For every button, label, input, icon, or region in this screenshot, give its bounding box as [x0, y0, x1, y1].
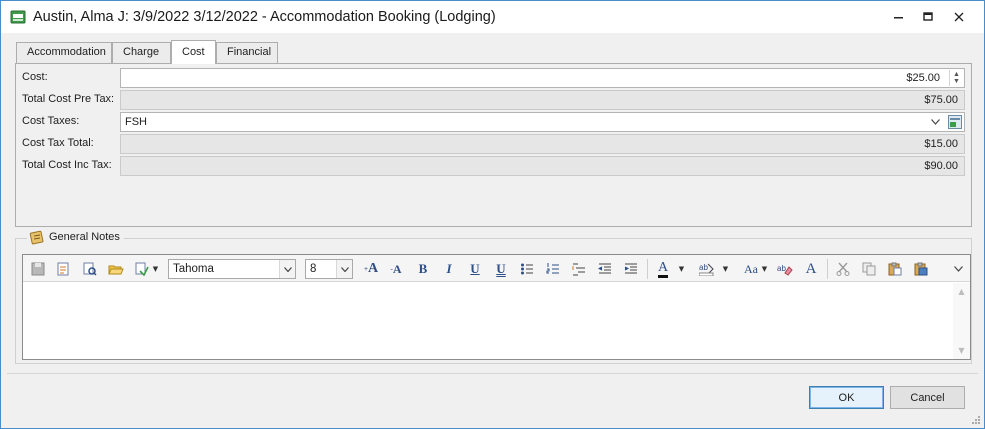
new-document-icon[interactable]	[53, 259, 73, 279]
font-size-value: 8	[310, 263, 317, 275]
booking-window: Austin, Alma J: 3/9/2022 3/12/2022 - Acc…	[0, 0, 985, 429]
total-pre-tax-label: Total Cost Pre Tax:	[22, 93, 115, 105]
tab-cost[interactable]: Cost	[171, 40, 216, 64]
cost-taxes-value: FSH	[125, 116, 147, 128]
scroll-down-icon[interactable]: ▼	[958, 346, 964, 355]
scroll-up-icon[interactable]: ▲	[958, 287, 964, 296]
ok-button[interactable]: OK	[809, 386, 884, 409]
cost-value: $25.00	[906, 72, 940, 84]
clear-formatting-icon[interactable]: ab	[775, 259, 795, 279]
change-case-dropdown-icon[interactable]: ▼	[761, 259, 768, 279]
cost-tax-total-row: Cost Tax Total: $15.00	[16, 134, 971, 154]
minimize-button[interactable]	[884, 1, 914, 33]
font-dialog-icon[interactable]: A	[801, 259, 821, 279]
cut-icon[interactable]	[833, 259, 853, 279]
close-icon	[954, 12, 964, 22]
bullet-list-icon[interactable]	[517, 259, 537, 279]
font-color-dropdown-icon[interactable]: ▼	[678, 259, 685, 279]
highlight-icon[interactable]: ab	[697, 259, 717, 279]
paste-icon[interactable]	[885, 259, 905, 279]
total-pre-tax-row: Total Cost Pre Tax: $75.00	[16, 90, 971, 110]
numbered-list-icon[interactable]	[543, 259, 563, 279]
total-inc-tax-label: Total Cost Inc Tax:	[22, 159, 112, 171]
minimize-icon	[894, 17, 903, 19]
font-name-select[interactable]: Tahoma	[168, 259, 296, 279]
multilevel-list-icon[interactable]	[569, 259, 589, 279]
cost-spinner[interactable]: ▲ ▼	[949, 70, 963, 86]
notes-editor: ▼ Tahoma 8 + A -A B I U U A ▼ ab ▼ Aa ▼ …	[22, 254, 971, 360]
save-icon[interactable]	[28, 259, 48, 279]
cost-tax-total-label: Cost Tax Total:	[22, 137, 94, 149]
cost-label: Cost:	[22, 71, 48, 83]
decrease-indent-icon[interactable]	[595, 259, 615, 279]
double-underline-icon[interactable]: U	[491, 259, 511, 279]
bold-icon[interactable]: B	[413, 259, 433, 279]
total-inc-tax-row: Total Cost Inc Tax: $90.00	[16, 156, 971, 176]
toolbar-overflow-icon[interactable]	[948, 259, 968, 279]
tab-financial[interactable]: Financial	[216, 42, 278, 63]
cost-taxes-combo[interactable]: FSH	[120, 112, 965, 132]
spin-down-icon[interactable]: ▼	[953, 78, 960, 85]
copy-icon[interactable]	[859, 259, 879, 279]
font-name-value: Tahoma	[173, 263, 214, 275]
general-notes-label: General Notes	[49, 231, 120, 243]
general-notes-caption: General Notes	[27, 229, 124, 245]
toolbar-separator	[827, 259, 828, 279]
notes-scrollbar[interactable]: ▲ ▼	[953, 283, 970, 359]
svg-text:ab: ab	[699, 263, 708, 272]
tab-charge[interactable]: Charge	[112, 42, 171, 63]
chevron-down-icon[interactable]	[279, 260, 295, 278]
cost-taxes-row: Cost Taxes: FSH	[16, 112, 971, 132]
close-button[interactable]	[944, 1, 974, 33]
shrink-font-icon[interactable]: -A	[386, 259, 406, 279]
cost-input[interactable]: $25.00 ▲ ▼	[120, 68, 965, 88]
maximize-icon	[923, 12, 933, 21]
window-title: Austin, Alma J: 3/9/2022 3/12/2022 - Acc…	[33, 9, 496, 25]
find-icon[interactable]	[80, 259, 100, 279]
increase-indent-icon[interactable]	[621, 259, 641, 279]
italic-icon[interactable]: I	[439, 259, 459, 279]
bed-icon	[10, 10, 26, 24]
cost-taxes-label: Cost Taxes:	[22, 115, 80, 127]
paste-special-icon[interactable]	[911, 259, 931, 279]
cost-tax-total-field: $15.00	[120, 134, 965, 154]
spin-up-icon[interactable]: ▲	[953, 71, 960, 78]
svg-text:ab: ab	[777, 264, 786, 273]
maximize-button[interactable]	[913, 1, 943, 33]
total-inc-tax-field: $90.00	[120, 156, 965, 176]
notes-toolbar: ▼ Tahoma 8 + A -A B I U U A ▼ ab ▼ Aa ▼ …	[23, 255, 970, 282]
title-bar[interactable]: Austin, Alma J: 3/9/2022 3/12/2022 - Acc…	[1, 1, 984, 33]
total-pre-tax-field: $75.00	[120, 90, 965, 110]
open-folder-icon[interactable]	[106, 259, 126, 279]
chevron-down-icon[interactable]	[928, 114, 942, 130]
toolbar-separator	[647, 259, 648, 279]
spellcheck-dropdown-icon[interactable]: ▼	[152, 259, 159, 279]
notes-icon	[29, 230, 44, 245]
cancel-button[interactable]: Cancel	[890, 386, 965, 409]
tab-accommodation[interactable]: Accommodation	[16, 42, 112, 63]
cost-tab-panel: Cost: $25.00 ▲ ▼ Total Cost Pre Tax: $75…	[15, 63, 972, 227]
footer-divider	[7, 373, 978, 374]
spellcheck-icon[interactable]	[132, 259, 152, 279]
cost-row: Cost: $25.00 ▲ ▼	[16, 68, 971, 88]
grow-font-icon[interactable]: + A	[361, 259, 381, 279]
add-tax-icon[interactable]	[948, 115, 962, 129]
change-case-icon[interactable]: Aa	[739, 259, 763, 279]
font-size-select[interactable]: 8	[305, 259, 353, 279]
notes-text-area[interactable]	[23, 283, 970, 359]
font-color-icon[interactable]: A	[653, 259, 673, 279]
highlight-dropdown-icon[interactable]: ▼	[722, 259, 729, 279]
chevron-down-icon[interactable]	[336, 260, 352, 278]
resize-grip-icon[interactable]	[971, 415, 981, 425]
underline-icon[interactable]: U	[465, 259, 485, 279]
